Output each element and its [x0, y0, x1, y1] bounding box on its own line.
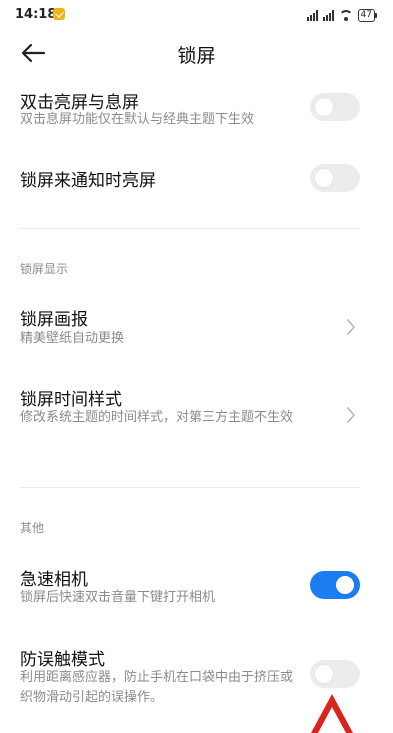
setting-title: 锁屏画报: [20, 310, 88, 330]
chevron-right-icon: [347, 407, 355, 423]
setting-subtitle: 利用距离感应器，防止手机在口袋中由于挤压或织物滑动引起的误操作。: [20, 670, 294, 705]
setting-double-tap[interactable]: 双击亮屏与息屏 双击息屏功能仅在默认与经典主题下生效: [0, 82, 393, 142]
setting-subtitle: 锁屏后快速双击音量下键打开相机: [20, 590, 216, 605]
setting-subtitle: 精美壁纸自动更换: [20, 331, 125, 346]
divider: [20, 487, 360, 488]
status-time: 14:18: [15, 7, 57, 22]
section-header-other: 其他: [20, 521, 45, 535]
setting-clock-style[interactable]: 锁屏时间样式 修改系统主题的时间样式，对第三方主题不生效: [0, 380, 393, 456]
notify-wake-toggle[interactable]: [310, 164, 360, 192]
divider: [20, 228, 360, 229]
wifi-icon: [338, 9, 353, 21]
setting-title: 急速相机: [20, 570, 88, 590]
setting-title: 防误触模式: [20, 650, 105, 670]
notification-app-icon: [53, 8, 65, 20]
app-header: 锁屏: [0, 30, 393, 78]
chevron-right-icon: [347, 319, 355, 335]
annotation-arrow-icon: [311, 694, 353, 733]
pocket-mode-toggle[interactable]: [310, 660, 360, 688]
setting-subtitle: 双击息屏功能仅在默认与经典主题下生效: [20, 112, 255, 127]
toggle-knob: [315, 665, 333, 683]
toggle-knob: [315, 169, 333, 187]
setting-subtitle: 修改系统主题的时间样式，对第三方主题不生效: [20, 410, 294, 425]
toggle-knob: [336, 576, 354, 594]
quick-camera-toggle[interactable]: [310, 571, 360, 599]
setting-quick-camera[interactable]: 急速相机 锁屏后快速双击音量下键打开相机: [0, 560, 393, 616]
setting-notify-wake[interactable]: 锁屏来通知时亮屏: [0, 160, 393, 200]
double-tap-toggle[interactable]: [310, 93, 360, 121]
battery-icon: 47: [357, 8, 378, 22]
section-header-display: 锁屏显示: [20, 262, 69, 276]
status-icons: 47: [306, 7, 378, 23]
signal-icon: [306, 9, 318, 21]
signal-icon: [322, 9, 334, 21]
setting-title: 锁屏时间样式: [20, 390, 122, 410]
setting-wallpaper[interactable]: 锁屏画报 精美壁纸自动更换: [0, 300, 393, 356]
setting-title: 锁屏来通知时亮屏: [20, 171, 156, 191]
toggle-knob: [315, 98, 333, 116]
status-bar: 14:18 47: [0, 0, 393, 30]
page-title: 锁屏: [177, 45, 216, 67]
